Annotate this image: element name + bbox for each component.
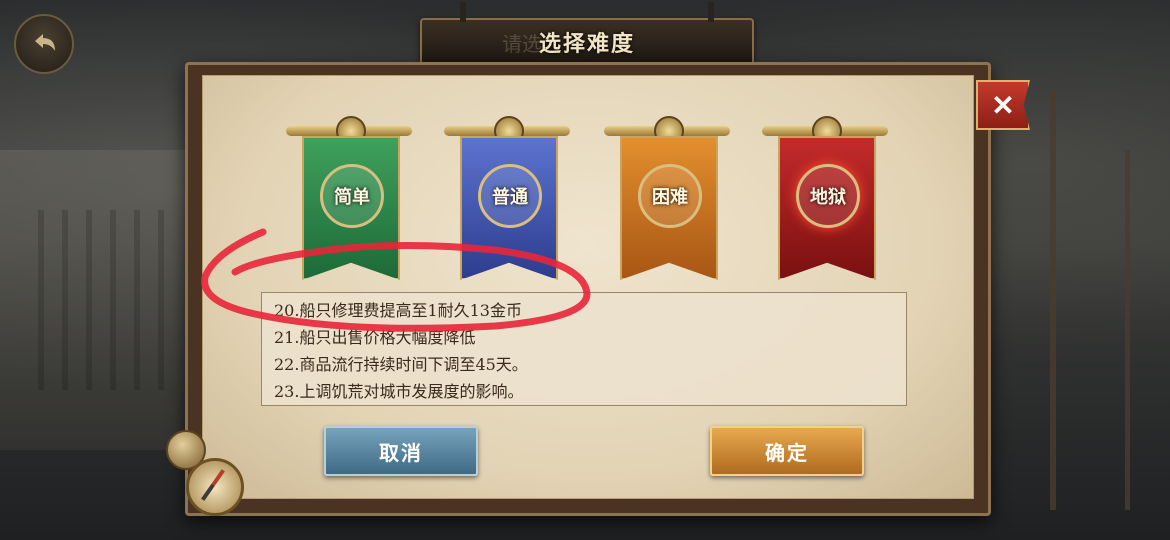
close-icon: ✕ (991, 88, 1015, 122)
difficulty-banner-normal[interactable]: 普通 (444, 116, 570, 286)
difficulty-label: 困难 (638, 164, 702, 228)
difficulty-banner-easy[interactable]: 简单 (286, 116, 412, 286)
back-arrow-icon (35, 34, 55, 51)
compass-icon (186, 458, 244, 516)
cancel-button[interactable]: 取消 (324, 426, 478, 476)
background-mast (1050, 90, 1056, 510)
background-building (0, 150, 200, 450)
description-line: 22.商品流行持续时间下调至45天。 (274, 355, 528, 374)
back-button[interactable] (14, 14, 74, 74)
difficulty-label: 普通 (478, 164, 542, 228)
description-line: 23.上调饥荒对城市发展度的影响。 (274, 382, 524, 401)
close-button[interactable]: ✕ (976, 80, 1030, 130)
title-plaque: 请选 选择难度 (420, 2, 754, 66)
background-mast (1125, 150, 1130, 510)
description-line: 20.船只修理费提高至1耐久13金币 (274, 301, 522, 320)
title-ghost-text: 请选 (502, 32, 542, 56)
page-title: 选择难度 (538, 31, 635, 57)
difficulty-banner-hell[interactable]: 地狱 (762, 116, 888, 286)
difficulty-label: 简单 (320, 164, 384, 228)
description-line: 21.船只出售价格大幅度降低 (274, 328, 476, 347)
difficulty-label: 地狱 (796, 164, 860, 228)
difficulty-description: 20.船只修理费提高至1耐久13金币 21.船只出售价格大幅度降低 22.商品流… (261, 292, 907, 406)
confirm-button[interactable]: 确定 (710, 426, 864, 476)
difficulty-banner-hard[interactable]: 困难 (604, 116, 730, 286)
